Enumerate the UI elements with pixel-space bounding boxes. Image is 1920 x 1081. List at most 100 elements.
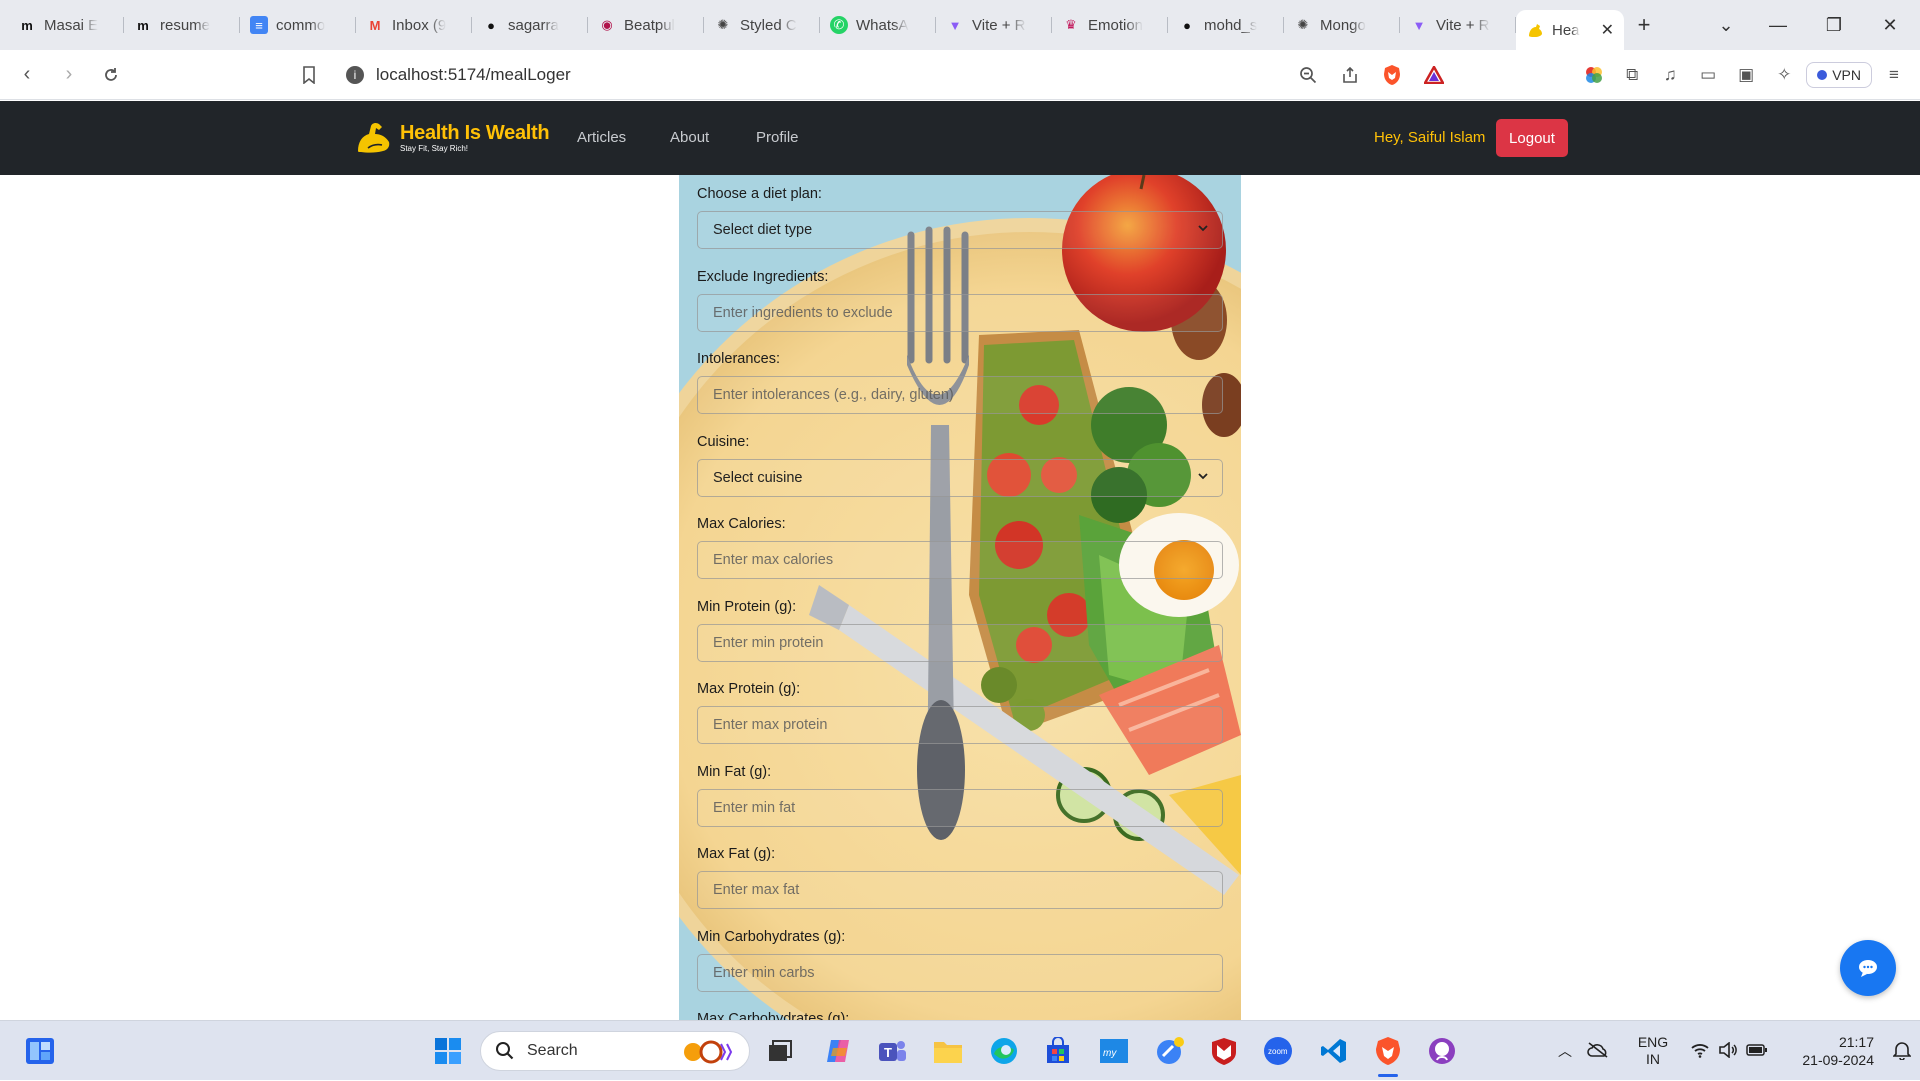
- volume-icon[interactable]: [1714, 1040, 1742, 1061]
- mcafee-icon[interactable]: [1204, 1031, 1244, 1071]
- tab-title: Masai E: [44, 16, 99, 34]
- onedrive-icon[interactable]: [1580, 1041, 1616, 1062]
- max-calories-input[interactable]: Enter max calories: [697, 541, 1223, 579]
- nav-profile[interactable]: Profile: [756, 129, 799, 146]
- vite-icon: ▼: [948, 17, 962, 33]
- min-fat-g-input[interactable]: Enter min fat: [697, 788, 1223, 827]
- zoom-app-icon[interactable]: zoom: [1258, 1031, 1298, 1071]
- share-icon[interactable]: [1334, 59, 1366, 91]
- browser-tab[interactable]: m Masai E: [8, 7, 124, 43]
- cuisine-select[interactable]: Select cuisine: [697, 458, 1223, 497]
- intolerances-input[interactable]: Enter intolerances (e.g., dairy, gluten): [697, 376, 1223, 414]
- field-label: Max Fat (g):: [697, 846, 776, 862]
- notification-bell-icon[interactable]: [1886, 1040, 1918, 1063]
- browser-tab[interactable]: ✆ WhatsA: [820, 7, 936, 43]
- tab-search-dropdown-icon[interactable]: ⌄: [1698, 0, 1754, 50]
- forward-button[interactable]: ›: [50, 56, 88, 94]
- show-hidden-icons-chevron-icon[interactable]: ︿: [1550, 1041, 1580, 1061]
- logout-button[interactable]: Logout: [1496, 119, 1568, 157]
- chat-button[interactable]: [1840, 940, 1896, 996]
- close-tab-icon[interactable]: ✕: [1601, 20, 1614, 40]
- browser-tab[interactable]: ▼ Vite + R: [936, 7, 1052, 43]
- field-max-carbohydrates-g: Max Carbohydrates (g):Enter max carbs: [697, 1011, 1223, 1020]
- bookmark-icon: [303, 65, 315, 84]
- python-idle-icon[interactable]: [1150, 1031, 1190, 1071]
- brave-browser-taskbar-icon[interactable]: [1368, 1031, 1408, 1077]
- browser-tab[interactable]: ▼ Vite + R: [1400, 7, 1516, 43]
- wifi-icon[interactable]: [1686, 1042, 1714, 1061]
- clock[interactable]: 21:17 21-09-2024: [1784, 1033, 1874, 1069]
- max-protein-g-input[interactable]: Enter max protein: [697, 706, 1223, 744]
- browser-tab[interactable]: ◉ Beatpul: [588, 7, 704, 43]
- file-explorer-icon[interactable]: [928, 1031, 968, 1071]
- vscode-icon[interactable]: [1314, 1031, 1354, 1071]
- field-label: Exclude Ingredients:: [697, 268, 829, 285]
- browser-tab[interactable]: M Inbox (9: [356, 7, 472, 43]
- tab-title: Vite + R: [972, 16, 1026, 34]
- chat-bubble-icon: [1859, 960, 1877, 977]
- site-logo[interactable]: Health Is Wealth Stay Fit, Stay Rich!: [354, 115, 550, 159]
- browser-tab[interactable]: ✺ Mongo: [1284, 7, 1400, 43]
- battery-icon[interactable]: [1742, 1043, 1772, 1059]
- min-protein-g-input[interactable]: Enter min protein: [697, 623, 1223, 662]
- minimize-button[interactable]: —: [1750, 0, 1806, 50]
- bookmark-button[interactable]: [290, 56, 328, 94]
- max-fat-g-input[interactable]: Enter max fat: [697, 871, 1223, 909]
- tab-title: commo: [276, 16, 326, 34]
- windows-logo-icon: [435, 1038, 461, 1064]
- close-window-button[interactable]: ✕: [1862, 0, 1918, 50]
- address-bar[interactable]: i localhost:5174/mealLoger: [334, 55, 1464, 95]
- language-indicator[interactable]: ENG IN: [1630, 1034, 1676, 1068]
- browser-tab[interactable]: ≡ commo: [240, 7, 356, 43]
- vpn-button[interactable]: VPN: [1806, 62, 1872, 88]
- tab-active[interactable]: Hea ✕: [1516, 10, 1624, 50]
- extensions-puzzle-icon[interactable]: ⧉: [1616, 59, 1648, 91]
- field-label: Min Fat (g):: [697, 763, 772, 780]
- nav-articles[interactable]: Articles: [577, 129, 626, 146]
- gmail-icon: M: [369, 17, 381, 33]
- copilot-icon[interactable]: [818, 1031, 858, 1071]
- color-wheel-extension-icon[interactable]: [1578, 59, 1610, 91]
- nav-about[interactable]: About: [670, 129, 709, 146]
- menu-hamburger-icon[interactable]: ≡: [1878, 59, 1910, 91]
- back-button[interactable]: ‹: [8, 56, 46, 94]
- choose-a-diet-plan-select[interactable]: Select diet type: [697, 211, 1223, 249]
- input-placeholder: Enter intolerances (e.g., dairy, gluten): [713, 387, 954, 403]
- edge-icon[interactable]: [984, 1031, 1024, 1071]
- sidebar-toggle-icon[interactable]: ▭: [1692, 59, 1724, 91]
- teams-icon[interactable]: T: [872, 1031, 912, 1071]
- site-info-icon[interactable]: i: [346, 66, 364, 84]
- start-button[interactable]: [428, 1031, 468, 1071]
- exclude-ingredients-input[interactable]: Enter ingredients to exclude: [697, 293, 1223, 332]
- min-carbohydrates-g-input[interactable]: Enter min carbs: [697, 953, 1223, 992]
- new-tab-button[interactable]: +: [1624, 12, 1664, 38]
- browser-tab[interactable]: ♛ Emotion: [1052, 7, 1168, 43]
- reload-button[interactable]: [92, 56, 130, 94]
- browser-tab[interactable]: ● mohd_s: [1168, 7, 1284, 43]
- music-note-icon[interactable]: ♫: [1654, 59, 1686, 91]
- brave-rewards-icon[interactable]: [1418, 59, 1450, 91]
- browser-tab[interactable]: m resume: [124, 7, 240, 43]
- field-min-protein-g: Min Protein (g): Enter min protein: [697, 599, 1223, 662]
- zoom-icon[interactable]: [1292, 59, 1324, 91]
- reload-icon: [105, 67, 117, 81]
- restore-button[interactable]: ❐: [1806, 0, 1862, 50]
- tab-title: Beatpul: [624, 16, 675, 34]
- url-text[interactable]: localhost:5174/mealLoger: [376, 65, 571, 85]
- microsoft-store-icon[interactable]: [1038, 1031, 1078, 1071]
- task-view-icon[interactable]: [760, 1031, 800, 1071]
- search-icon: [496, 1042, 514, 1060]
- input-placeholder: Enter max protein: [713, 717, 828, 733]
- github-desktop-icon[interactable]: [1422, 1031, 1462, 1071]
- taskbar-search[interactable]: Search: [480, 1031, 750, 1071]
- wallet-icon[interactable]: ▣: [1730, 59, 1762, 91]
- brave-shields-icon[interactable]: [1376, 59, 1408, 91]
- clock-time: 21:17: [1838, 1034, 1874, 1050]
- browser-tab[interactable]: ✺ Styled C: [704, 7, 820, 43]
- leo-ai-icon[interactable]: ✧: [1768, 59, 1800, 91]
- mysql-workbench-icon[interactable]: my: [1094, 1031, 1134, 1071]
- widgets-icon[interactable]: [20, 1031, 60, 1071]
- browser-tab[interactable]: ● sagarra: [472, 7, 588, 43]
- browser-tab-strip: m Masai Em resume ≡ commo M Inbox (9 ● sagarra ◉ B…: [0, 0, 1920, 50]
- field-exclude-ingredients: Exclude Ingredients: Enter ingredients to…: [697, 269, 1223, 332]
